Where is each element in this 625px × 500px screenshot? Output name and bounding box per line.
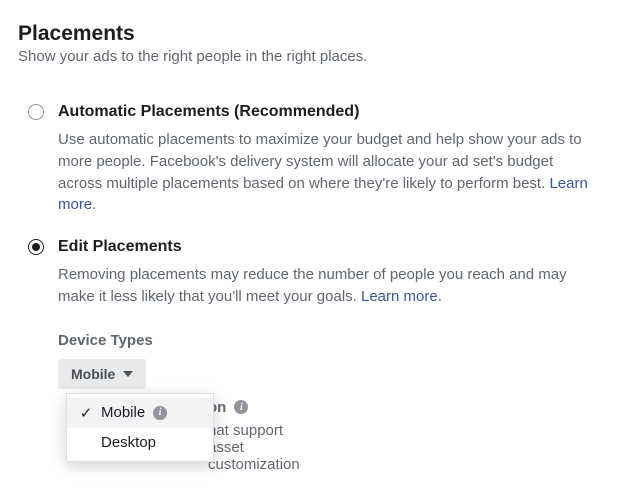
section-title: Placements [18, 22, 607, 46]
device-types-dropdown-button[interactable]: Mobile [58, 359, 146, 389]
option-description: Use automatic placements to maximize you… [58, 129, 598, 216]
asset-customization-section: on i hat support asset customization [208, 399, 300, 473]
menu-item-desktop[interactable]: Desktop [67, 428, 213, 457]
check-icon: ✓ [77, 404, 95, 422]
option-edit-placements[interactable]: Edit Placements Removing placements may … [18, 238, 607, 308]
info-icon[interactable]: i [234, 400, 248, 414]
menu-item-label: Desktop [101, 434, 156, 451]
asset-customization-subtext: hat support asset customization [208, 422, 300, 473]
menu-item-mobile[interactable]: ✓ Mobile i [67, 398, 213, 428]
chevron-down-icon [123, 371, 133, 377]
radio-icon[interactable] [28, 104, 44, 120]
option-title: Edit Placements [58, 238, 182, 256]
option-automatic-placements[interactable]: Automatic Placements (Recommended) Use a… [18, 103, 607, 216]
radio-icon[interactable] [28, 239, 44, 255]
info-icon[interactable]: i [153, 406, 167, 420]
device-types-label: Device Types [58, 332, 607, 349]
device-types-dropdown-menu: ✓ Mobile i Desktop [66, 393, 214, 462]
menu-item-label: Mobile [101, 404, 145, 421]
option-description: Removing placements may reduce the numbe… [58, 264, 598, 308]
section-subtitle: Show your ads to the right people in the… [18, 48, 607, 65]
option-title: Automatic Placements (Recommended) [58, 103, 359, 121]
learn-more-link[interactable]: Learn more. [361, 288, 442, 305]
dropdown-value: Mobile [71, 366, 115, 382]
